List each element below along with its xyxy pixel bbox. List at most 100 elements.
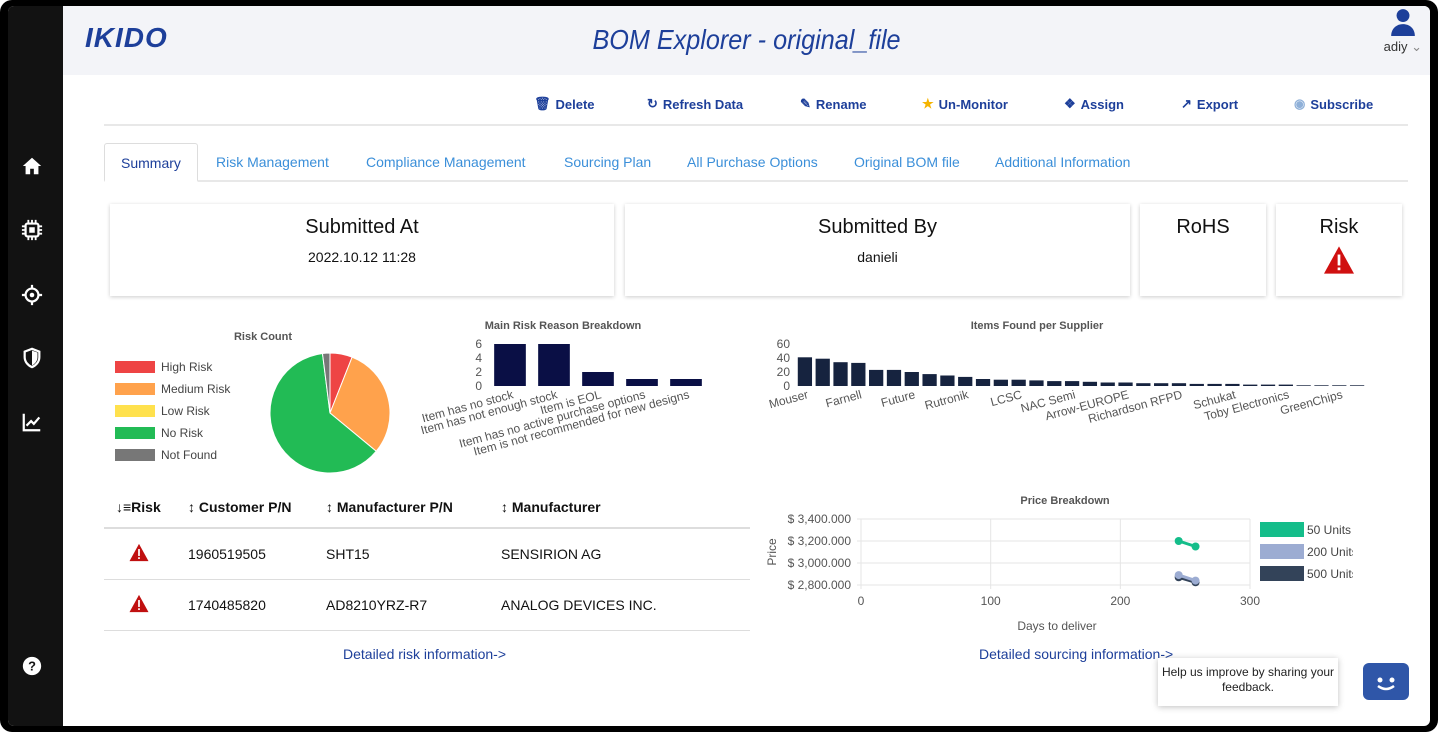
chip-icon[interactable] [20, 218, 44, 242]
bar [958, 376, 973, 386]
legend-item[interactable]: Low Risk [115, 400, 230, 422]
legend-label: 200 Units [1307, 545, 1353, 559]
bar [940, 375, 955, 386]
pencil-icon: ✎ [800, 96, 811, 111]
warning-icon [129, 543, 149, 561]
bar [1118, 382, 1133, 386]
legend-label: 500 Units [1307, 567, 1353, 581]
shield-icon[interactable] [20, 346, 44, 370]
legend-label: Not Found [161, 448, 218, 462]
sort-customer-pn-header[interactable]: ↕ Customer P/N [176, 486, 314, 529]
refresh-button[interactable]: ↻ Refresh Data [647, 96, 743, 112]
svg-text:?: ? [28, 659, 36, 674]
tab-original-bom-file[interactable]: Original BOM file [838, 143, 976, 182]
risk-table: ↓≡Risk ↕ Customer P/N ↕ Manufacturer P/N… [104, 486, 750, 631]
header-label: Customer P/N [198, 498, 292, 515]
risk-reason-chart: Main Risk Reason Breakdown0246Item has n… [419, 320, 702, 459]
unmonitor-button[interactable]: ★ Un-Monitor [922, 96, 1008, 112]
header-label: Manufacturer P/N [336, 498, 453, 515]
x-tick-label: 0 [858, 594, 865, 608]
help-icon[interactable]: ? [20, 654, 44, 678]
data-point [1191, 542, 1200, 551]
card-value: 2022.10.12 11:28 [308, 249, 416, 265]
header-label: Risk [131, 498, 161, 515]
bar [582, 372, 614, 386]
crosshair-icon[interactable] [20, 283, 44, 307]
bar [922, 374, 937, 386]
legend-item[interactable]: Not Found [115, 444, 230, 466]
bar [1296, 385, 1311, 386]
table-row[interactable]: 1740485820 AD8210YRZ-R7 ANALOG DEVICES INC… [104, 579, 750, 631]
tab-all-purchase-options[interactable]: All Purchase Options [671, 143, 834, 182]
y-tick-label: 4 [475, 351, 482, 365]
x-tick-label: 300 [1240, 594, 1260, 608]
data-point [1174, 571, 1183, 580]
assign-button[interactable]: ❖ Assign [1064, 96, 1124, 112]
subscribe-button[interactable]: ◉ Subscribe [1294, 96, 1373, 112]
bar [1189, 383, 1204, 386]
detailed-risk-link[interactable]: Detailed risk information-> [343, 646, 506, 662]
data-point [1191, 576, 1200, 585]
detailed-sourcing-link[interactable]: Detailed sourcing information-> [979, 646, 1173, 662]
card-label: Submitted By [818, 216, 937, 238]
export-button[interactable]: ↗ Export [1181, 96, 1238, 112]
legend-swatch [115, 405, 155, 417]
y-tick-label: $ 3,200.000 [788, 534, 852, 548]
table-row[interactable]: 1960519505 SHT15 SENSIRION AG [104, 528, 750, 580]
tab-summary[interactable]: Summary [104, 143, 198, 182]
rename-label: Rename [815, 96, 867, 112]
manufacturer: ANALOG DEVICES INC. [489, 579, 750, 631]
chevron-down-icon: ⌄ [1411, 39, 1422, 54]
bar [1243, 384, 1258, 386]
rename-button[interactable]: ✎ Rename [800, 96, 866, 112]
customer-pn: 1740485820 [176, 579, 314, 631]
eye-icon: ◉ [1294, 96, 1306, 111]
chatbot-button[interactable] [1363, 663, 1409, 700]
submitted-by-card: Submitted By danieli [625, 204, 1130, 296]
y-tick-label: $ 2,800.000 [788, 578, 852, 592]
legend-swatch [115, 383, 155, 395]
x-tick-label: 100 [981, 594, 1001, 608]
card-label: Risk [1319, 216, 1359, 238]
delete-button[interactable]: 🗑 Delete [534, 96, 595, 112]
bar [1136, 383, 1151, 386]
bar [1100, 382, 1115, 386]
bar [1047, 381, 1062, 386]
toolbar: 🗑 Delete ↻ Refresh Data ✎ Rename ★ Un-Monito… [104, 90, 1408, 126]
sort-manufacturer-header[interactable]: ↕ Manufacturer [489, 486, 750, 529]
delete-label: Delete [555, 96, 595, 112]
sort-risk-header[interactable]: ↓≡Risk [104, 486, 176, 529]
rohs-card: RoHS [1140, 204, 1266, 296]
risk-count-legend: High Risk Medium Risk Low Risk No Risk Not F… [115, 356, 230, 466]
chart-title: Price Breakdown [1020, 495, 1110, 507]
header-label: Manufacturer [511, 498, 601, 515]
home-icon[interactable] [20, 154, 44, 178]
username: adiy [1383, 39, 1408, 54]
bar [1278, 384, 1293, 386]
legend-label: Low Risk [161, 404, 210, 418]
chart-icon[interactable] [20, 410, 44, 434]
bar [494, 344, 526, 386]
tab-sourcing-plan[interactable]: Sourcing Plan [548, 143, 667, 182]
legend-item[interactable]: No Risk [115, 422, 230, 444]
bar [538, 344, 570, 386]
legend-item[interactable]: Medium Risk [115, 378, 230, 400]
y-tick-label: 20 [777, 365, 791, 379]
bar [1082, 381, 1098, 386]
legend-label: No Risk [161, 426, 204, 440]
chart-title: Items Found per Supplier [971, 320, 1104, 332]
bar [797, 357, 813, 386]
star-icon: ★ [922, 96, 934, 111]
bar [670, 379, 702, 386]
tab-risk-management[interactable]: Risk Management [200, 143, 345, 182]
legend-label: Medium Risk [161, 382, 231, 396]
legend-item[interactable]: High Risk [115, 356, 230, 378]
sort-manufacturer-pn-header[interactable]: ↕ Manufacturer P/N [314, 486, 489, 529]
legend-swatch [115, 449, 155, 461]
user-menu[interactable]: adiy ⌄ [1384, 8, 1422, 55]
legend-swatch [115, 361, 155, 373]
tab-additional-information[interactable]: Additional Information [979, 143, 1146, 182]
chart-title: Main Risk Reason Breakdown [485, 320, 642, 332]
y-tick-label: 40 [777, 351, 791, 365]
tab-compliance-management[interactable]: Compliance Management [350, 143, 542, 182]
